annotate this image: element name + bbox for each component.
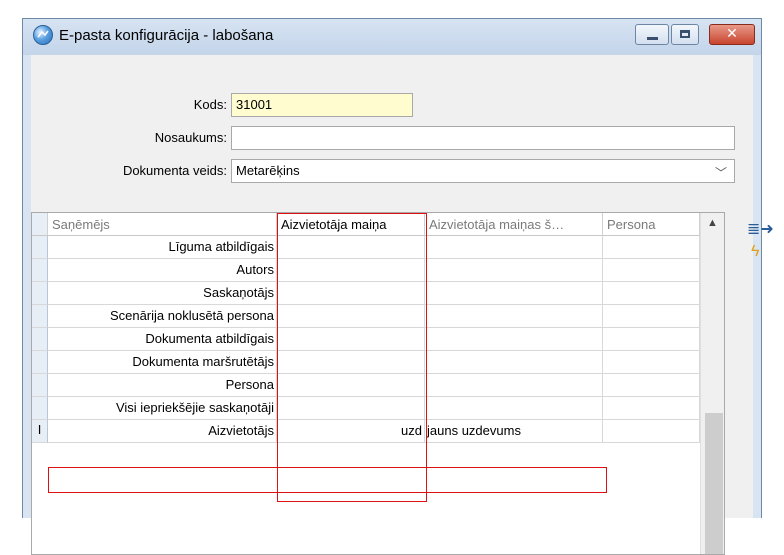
replace-cell[interactable] <box>277 305 425 328</box>
replace-s-cell[interactable]: jauns uzdevums <box>425 420 603 443</box>
kods-field[interactable]: 31001 <box>231 93 413 117</box>
row-indicator[interactable] <box>32 351 48 374</box>
close-icon: ✕ <box>726 25 738 41</box>
recipients-grid: Saņēmējs Aizvietotāja maiņa Aizvietotāja… <box>31 212 725 555</box>
minimize-icon <box>647 37 658 40</box>
replace-s-cell[interactable] <box>425 305 603 328</box>
replace-cell[interactable] <box>277 397 425 420</box>
minimize-button[interactable] <box>635 24 669 45</box>
column-header-replace-s[interactable]: Aizvietotāja maiņas š… <box>425 213 603 236</box>
person-cell[interactable] <box>603 282 700 305</box>
scroll-up-icon[interactable]: ▲ <box>701 217 724 229</box>
row-indicator[interactable] <box>32 305 48 328</box>
grid-corner <box>32 213 48 236</box>
recipient-cell[interactable]: Saskaņotājs <box>48 282 277 305</box>
replace-cell[interactable] <box>277 282 425 305</box>
recipient-cell[interactable]: Persona <box>48 374 277 397</box>
table-row[interactable]: Scenārija noklusētā persona <box>32 305 700 328</box>
person-cell[interactable] <box>603 420 700 443</box>
row-indicator[interactable] <box>32 328 48 351</box>
person-cell[interactable] <box>603 374 700 397</box>
replace-s-cell[interactable] <box>425 236 603 259</box>
replace-cell[interactable] <box>277 328 425 351</box>
doc-type-label: Dokumenta veids: <box>122 163 227 178</box>
window-title: E-pasta konfigurācija - labošana <box>59 27 274 44</box>
table-row[interactable]: Autors <box>32 259 700 282</box>
row-indicator[interactable]: I <box>32 420 48 443</box>
person-cell[interactable] <box>603 236 700 259</box>
replace-s-cell[interactable] <box>425 351 603 374</box>
table-row[interactable]: Līguma atbildīgais <box>32 236 700 259</box>
replace-s-cell[interactable] <box>425 374 603 397</box>
replace-s-cell[interactable] <box>425 328 603 351</box>
table-row[interactable]: I Aizvietotājs uzd jauns uzdevums <box>32 420 700 443</box>
replace-s-cell[interactable] <box>425 282 603 305</box>
doc-type-value: Metarēķins <box>236 163 300 178</box>
chevron-down-icon: ﹀ <box>714 166 727 180</box>
table-row[interactable]: Persona <box>32 374 700 397</box>
maximize-button[interactable] <box>671 24 699 45</box>
highlight-row <box>48 467 607 493</box>
person-cell[interactable] <box>603 351 700 374</box>
maximize-icon <box>680 30 690 38</box>
nosaukums-field[interactable] <box>231 126 735 150</box>
row-indicator[interactable] <box>32 374 48 397</box>
replace-cell[interactable] <box>277 374 425 397</box>
replace-cell[interactable] <box>277 351 425 374</box>
kods-label: Kods: <box>193 97 227 112</box>
scroll-thumb[interactable] <box>705 413 723 554</box>
nosaukums-label: Nosaukums: <box>154 130 227 145</box>
list-arrow-icon[interactable]: ≣➜ <box>747 219 774 239</box>
vertical-scrollbar[interactable]: ▲ <box>700 213 724 554</box>
replace-s-cell[interactable] <box>425 259 603 282</box>
row-indicator[interactable] <box>32 282 48 305</box>
person-cell[interactable] <box>603 328 700 351</box>
recipient-cell[interactable]: Dokumenta maršrutētājs <box>48 351 277 374</box>
table-row[interactable]: Visi iepriekšējie saskaņotāji <box>32 397 700 420</box>
client-area: Kods: 31001 Nosaukums: Dokumenta veids: … <box>31 55 774 555</box>
recipient-cell[interactable]: Līguma atbildīgais <box>48 236 277 259</box>
table-row[interactable]: Dokumenta maršrutētājs <box>32 351 700 374</box>
person-cell[interactable] <box>603 259 700 282</box>
replace-cell[interactable] <box>277 259 425 282</box>
recipient-cell[interactable]: Scenārija noklusētā persona <box>48 305 277 328</box>
table-row[interactable]: Saskaņotājs <box>32 282 700 305</box>
row-indicator[interactable] <box>32 259 48 282</box>
replace-cell[interactable]: uzd <box>277 420 425 443</box>
edit-window: E-pasta konfigurācija - labošana ✕ Kods:… <box>22 18 774 555</box>
replace-cell[interactable] <box>277 236 425 259</box>
row-indicator[interactable] <box>32 397 48 420</box>
recipient-cell[interactable]: Autors <box>48 259 277 282</box>
column-header-person[interactable]: Persona <box>603 213 700 236</box>
doc-type-select[interactable]: Metarēķins ﹀ <box>231 159 735 183</box>
column-header-recipient[interactable]: Saņēmējs <box>48 213 277 236</box>
row-indicator[interactable] <box>32 236 48 259</box>
recipient-cell[interactable]: Visi iepriekšējie saskaņotāji <box>48 397 277 420</box>
person-cell[interactable] <box>603 305 700 328</box>
person-cell[interactable] <box>603 397 700 420</box>
title-bar[interactable]: E-pasta konfigurācija - labošana ✕ <box>23 19 761 55</box>
table-row[interactable]: Dokumenta atbildīgais <box>32 328 700 351</box>
recipient-cell[interactable]: Aizvietotājs <box>48 420 277 443</box>
column-header-replace[interactable]: Aizvietotāja maiņa <box>277 213 425 236</box>
app-globe-icon <box>33 25 53 45</box>
lightning-icon[interactable]: ϟ <box>751 243 759 261</box>
close-button[interactable]: ✕ <box>709 24 755 45</box>
recipient-cell[interactable]: Dokumenta atbildīgais <box>48 328 277 351</box>
replace-s-cell[interactable] <box>425 397 603 420</box>
